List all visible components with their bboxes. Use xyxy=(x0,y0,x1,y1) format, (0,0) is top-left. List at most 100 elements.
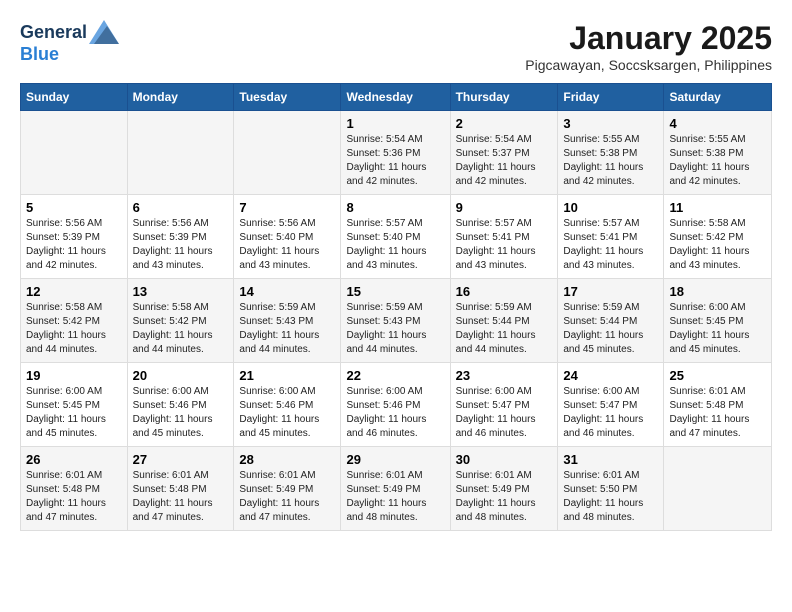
title-block: January 2025 Pigcawayan, Soccsksargen, P… xyxy=(525,20,772,73)
week-row-4: 19 Sunrise: 6:00 AM Sunset: 5:45 PM Dayli… xyxy=(21,363,772,447)
day-info: Sunrise: 5:59 AM Sunset: 5:44 PM Dayligh… xyxy=(456,301,553,357)
day-number: 17 xyxy=(563,284,658,299)
page-header: General Blue January 2025 Pigcawayan, So… xyxy=(20,20,772,73)
day-number: 30 xyxy=(456,452,553,467)
day-number: 16 xyxy=(456,284,553,299)
day-number: 29 xyxy=(346,452,444,467)
day-info: Sunrise: 6:00 AM Sunset: 5:45 PM Dayligh… xyxy=(26,385,122,441)
calendar-cell: 10 Sunrise: 5:57 AM Sunset: 5:41 PM Dayli… xyxy=(558,195,664,279)
day-info: Sunrise: 6:01 AM Sunset: 5:49 PM Dayligh… xyxy=(239,469,335,525)
day-info: Sunrise: 6:00 AM Sunset: 5:47 PM Dayligh… xyxy=(563,385,658,441)
day-info: Sunrise: 5:59 AM Sunset: 5:43 PM Dayligh… xyxy=(346,301,444,357)
calendar-cell: 5 Sunrise: 5:56 AM Sunset: 5:39 PM Daylig… xyxy=(21,195,128,279)
calendar-cell xyxy=(21,111,128,195)
calendar-cell: 12 Sunrise: 5:58 AM Sunset: 5:42 PM Dayli… xyxy=(21,279,128,363)
calendar-cell: 11 Sunrise: 5:58 AM Sunset: 5:42 PM Dayli… xyxy=(664,195,772,279)
day-info: Sunrise: 5:58 AM Sunset: 5:42 PM Dayligh… xyxy=(669,217,766,273)
day-info: Sunrise: 5:58 AM Sunset: 5:42 PM Dayligh… xyxy=(26,301,122,357)
day-info: Sunrise: 5:56 AM Sunset: 5:39 PM Dayligh… xyxy=(133,217,229,273)
day-info: Sunrise: 5:56 AM Sunset: 5:39 PM Dayligh… xyxy=(26,217,122,273)
day-info: Sunrise: 5:59 AM Sunset: 5:43 PM Dayligh… xyxy=(239,301,335,357)
calendar-cell: 19 Sunrise: 6:00 AM Sunset: 5:45 PM Dayli… xyxy=(21,363,128,447)
weekday-header-tuesday: Tuesday xyxy=(234,84,341,111)
day-info: Sunrise: 6:01 AM Sunset: 5:49 PM Dayligh… xyxy=(456,469,553,525)
week-row-1: 1Sunrise: 5:54 AM Sunset: 5:36 PM Daylig… xyxy=(21,111,772,195)
day-info: Sunrise: 5:57 AM Sunset: 5:41 PM Dayligh… xyxy=(563,217,658,273)
day-number: 27 xyxy=(133,452,229,467)
day-number: 23 xyxy=(456,368,553,383)
location-title: Pigcawayan, Soccsksargen, Philippines xyxy=(525,57,772,73)
day-info: Sunrise: 5:54 AM Sunset: 5:37 PM Dayligh… xyxy=(456,133,553,189)
day-number: 12 xyxy=(26,284,122,299)
day-number: 31 xyxy=(563,452,658,467)
day-info: Sunrise: 5:58 AM Sunset: 5:42 PM Dayligh… xyxy=(133,301,229,357)
logo-blue: Blue xyxy=(20,44,59,64)
day-info: Sunrise: 5:55 AM Sunset: 5:38 PM Dayligh… xyxy=(563,133,658,189)
week-row-2: 5 Sunrise: 5:56 AM Sunset: 5:39 PM Daylig… xyxy=(21,195,772,279)
calendar-table: SundayMondayTuesdayWednesdayThursdayFrid… xyxy=(20,83,772,531)
day-info: Sunrise: 6:01 AM Sunset: 5:50 PM Dayligh… xyxy=(563,469,658,525)
day-info: Sunrise: 5:54 AM Sunset: 5:36 PM Dayligh… xyxy=(346,133,444,189)
day-number: 24 xyxy=(563,368,658,383)
calendar-cell: 13Sunrise: 5:58 AM Sunset: 5:42 PM Dayli… xyxy=(127,279,234,363)
calendar-cell: 24 Sunrise: 6:00 AM Sunset: 5:47 PM Dayli… xyxy=(558,363,664,447)
day-number: 5 xyxy=(26,200,122,215)
calendar-cell: 18 Sunrise: 6:00 AM Sunset: 5:45 PM Dayli… xyxy=(664,279,772,363)
day-number: 4 xyxy=(669,116,766,131)
day-number: 25 xyxy=(669,368,766,383)
calendar-cell: 17 Sunrise: 5:59 AM Sunset: 5:44 PM Dayli… xyxy=(558,279,664,363)
logo: General Blue xyxy=(20,20,121,65)
day-info: Sunrise: 5:55 AM Sunset: 5:38 PM Dayligh… xyxy=(669,133,766,189)
calendar-cell: 15Sunrise: 5:59 AM Sunset: 5:43 PM Dayli… xyxy=(341,279,450,363)
calendar-cell xyxy=(127,111,234,195)
calendar-cell: 20Sunrise: 6:00 AM Sunset: 5:46 PM Dayli… xyxy=(127,363,234,447)
day-number: 11 xyxy=(669,200,766,215)
day-number: 14 xyxy=(239,284,335,299)
calendar-cell: 23 Sunrise: 6:00 AM Sunset: 5:47 PM Dayli… xyxy=(450,363,558,447)
weekday-header-thursday: Thursday xyxy=(450,84,558,111)
week-row-3: 12 Sunrise: 5:58 AM Sunset: 5:42 PM Dayli… xyxy=(21,279,772,363)
calendar-cell: 16 Sunrise: 5:59 AM Sunset: 5:44 PM Dayli… xyxy=(450,279,558,363)
day-number: 26 xyxy=(26,452,122,467)
weekday-header-friday: Friday xyxy=(558,84,664,111)
weekday-header-wednesday: Wednesday xyxy=(341,84,450,111)
day-number: 10 xyxy=(563,200,658,215)
day-info: Sunrise: 5:57 AM Sunset: 5:40 PM Dayligh… xyxy=(346,217,444,273)
calendar-cell: 9Sunrise: 5:57 AM Sunset: 5:41 PM Daylig… xyxy=(450,195,558,279)
week-row-5: 26 Sunrise: 6:01 AM Sunset: 5:48 PM Dayli… xyxy=(21,447,772,531)
day-info: Sunrise: 6:01 AM Sunset: 5:48 PM Dayligh… xyxy=(669,385,766,441)
weekday-header-row: SundayMondayTuesdayWednesdayThursdayFrid… xyxy=(21,84,772,111)
calendar-cell: 2 Sunrise: 5:54 AM Sunset: 5:37 PM Daylig… xyxy=(450,111,558,195)
calendar-cell: 29Sunrise: 6:01 AM Sunset: 5:49 PM Dayli… xyxy=(341,447,450,531)
calendar-cell: 3Sunrise: 5:55 AM Sunset: 5:38 PM Daylig… xyxy=(558,111,664,195)
day-info: Sunrise: 6:01 AM Sunset: 5:48 PM Dayligh… xyxy=(133,469,229,525)
day-number: 19 xyxy=(26,368,122,383)
day-number: 9 xyxy=(456,200,553,215)
calendar-cell: 4 Sunrise: 5:55 AM Sunset: 5:38 PM Daylig… xyxy=(664,111,772,195)
calendar-cell: 6 Sunrise: 5:56 AM Sunset: 5:39 PM Daylig… xyxy=(127,195,234,279)
day-info: Sunrise: 6:00 AM Sunset: 5:47 PM Dayligh… xyxy=(456,385,553,441)
day-info: Sunrise: 5:59 AM Sunset: 5:44 PM Dayligh… xyxy=(563,301,658,357)
day-number: 28 xyxy=(239,452,335,467)
calendar-cell: 7Sunrise: 5:56 AM Sunset: 5:40 PM Daylig… xyxy=(234,195,341,279)
calendar-cell: 25 Sunrise: 6:01 AM Sunset: 5:48 PM Dayli… xyxy=(664,363,772,447)
day-info: Sunrise: 6:00 AM Sunset: 5:46 PM Dayligh… xyxy=(346,385,444,441)
calendar-cell: 31 Sunrise: 6:01 AM Sunset: 5:50 PM Dayli… xyxy=(558,447,664,531)
weekday-header-saturday: Saturday xyxy=(664,84,772,111)
month-title: January 2025 xyxy=(525,20,772,57)
day-info: Sunrise: 6:00 AM Sunset: 5:45 PM Dayligh… xyxy=(669,301,766,357)
day-info: Sunrise: 6:00 AM Sunset: 5:46 PM Dayligh… xyxy=(239,385,335,441)
weekday-header-monday: Monday xyxy=(127,84,234,111)
day-number: 20 xyxy=(133,368,229,383)
calendar-cell: 28 Sunrise: 6:01 AM Sunset: 5:49 PM Dayli… xyxy=(234,447,341,531)
calendar-cell: 14 Sunrise: 5:59 AM Sunset: 5:43 PM Dayli… xyxy=(234,279,341,363)
calendar-cell xyxy=(234,111,341,195)
day-number: 6 xyxy=(133,200,229,215)
day-number: 7 xyxy=(239,200,335,215)
calendar-cell xyxy=(664,447,772,531)
weekday-header-sunday: Sunday xyxy=(21,84,128,111)
day-number: 2 xyxy=(456,116,553,131)
logo-general: General xyxy=(20,22,87,43)
day-number: 18 xyxy=(669,284,766,299)
logo-icon xyxy=(89,20,119,44)
